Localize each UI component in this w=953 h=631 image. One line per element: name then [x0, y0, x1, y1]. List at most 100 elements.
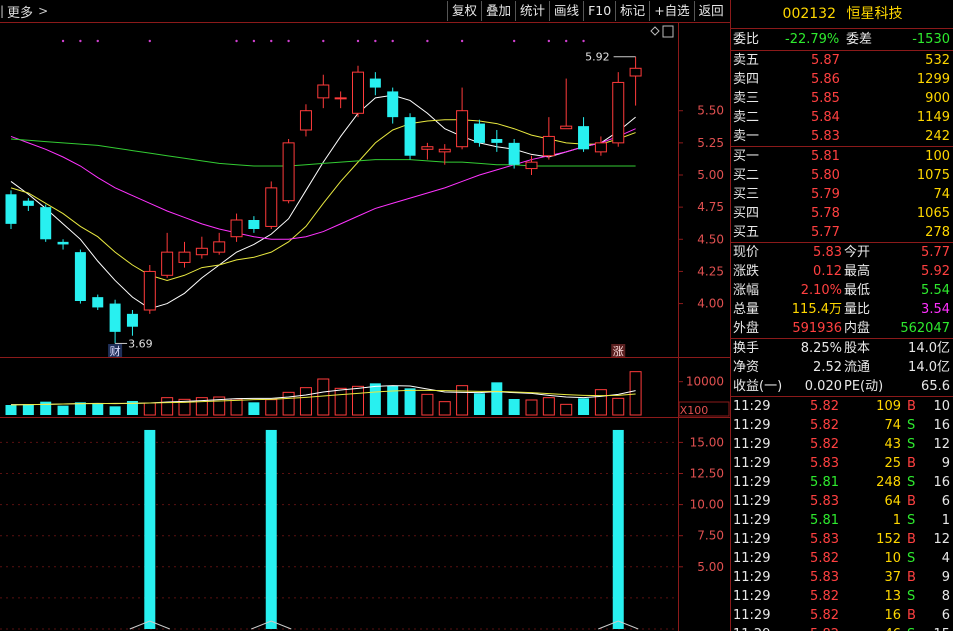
- level-volume: 532: [925, 53, 950, 68]
- toolbar-button-5[interactable]: 标记: [615, 1, 649, 21]
- toolbar-button-4[interactable]: F10: [583, 1, 615, 21]
- volume-bar: [578, 398, 590, 415]
- candle-body: [404, 117, 416, 156]
- tick-price: 5.81: [810, 513, 839, 528]
- level-volume: 242: [925, 129, 950, 144]
- y-tick-label: 4.50: [697, 232, 724, 246]
- tick-price: 5.83: [810, 494, 839, 509]
- toolbar-button-2[interactable]: 统计: [515, 1, 549, 21]
- tick-count: 16: [933, 418, 950, 433]
- fundamental-row: 净资 2.52 流通 14.0亿: [731, 358, 953, 377]
- tick-time: 11:29: [733, 437, 771, 452]
- tick-count: 12: [933, 532, 950, 547]
- volume-bar: [161, 397, 174, 416]
- candle-body: [5, 194, 17, 224]
- candle-body: [594, 142, 607, 153]
- tick-count: 4: [941, 551, 950, 566]
- window-icon: [662, 25, 674, 38]
- candle-body: [282, 142, 295, 202]
- candle-body: [40, 207, 52, 240]
- more-menu[interactable]: 更多: [7, 2, 33, 21]
- tick-row: 11:29 5.82 13 S 8: [731, 587, 953, 606]
- event-dot: [391, 39, 394, 43]
- tick-price: 5.82: [810, 589, 839, 604]
- candle-body: [57, 241, 69, 245]
- fund-value: 8.25%: [800, 341, 842, 356]
- toolbar-left: | 更多 >: [0, 0, 48, 22]
- volume-bar: [317, 378, 330, 416]
- tick-time: 11:29: [733, 513, 771, 528]
- fundamentals: 换手 8.25% 股本 14.0亿 净资 2.52 流通 14.0亿 收益(一) 0.020 PE(…: [731, 338, 953, 396]
- tick-volume: 74: [884, 418, 901, 433]
- order-ratio-value: -22.79%: [785, 32, 840, 47]
- tick-row: 11:29 5.81 248 S 16: [731, 473, 953, 492]
- tick-volume: 13: [884, 589, 901, 604]
- quote-value: 3.54: [921, 302, 950, 317]
- event-dot: [565, 39, 568, 43]
- toolbar-button-7[interactable]: 返回: [693, 1, 728, 21]
- event-dot: [252, 39, 256, 43]
- ind-tick-label: 10.00: [690, 498, 724, 512]
- toolbar-button-0[interactable]: 复权: [447, 1, 481, 21]
- candle-body: [299, 110, 312, 131]
- quote-value: 2.10%: [800, 283, 842, 298]
- volume-bar: [5, 405, 17, 415]
- quote-row: 现价 5.83 今开 5.77: [731, 243, 953, 262]
- volume-bar: [629, 371, 642, 416]
- candle-body: [438, 148, 451, 153]
- volume-bar: [508, 399, 520, 415]
- candle-body: [248, 220, 260, 229]
- candle-body: [542, 135, 555, 157]
- quote-row: 涨跌 0.12 最高 5.92: [731, 262, 953, 281]
- sell-level: 卖五 5.87 532: [731, 51, 953, 70]
- tick-volume: 25: [884, 456, 901, 471]
- quote-stats: 现价 5.83 今开 5.77 涨跌 0.12 最高 5.92 涨幅 2.10% 最低 5.54 总量 1…: [731, 242, 953, 338]
- event-dot: [287, 39, 290, 43]
- volume-bar: [456, 385, 469, 416]
- candle-body: [92, 297, 104, 308]
- toolbar-button-3[interactable]: 画线: [549, 1, 583, 21]
- candle-body: [161, 251, 174, 276]
- tick-volume: 16: [884, 608, 901, 623]
- diamond-icon: [650, 26, 660, 36]
- level-volume: 100: [925, 149, 950, 164]
- event-dot: [512, 39, 516, 43]
- tick-direction: B: [907, 608, 916, 623]
- y-tick-label: 4.00: [697, 297, 724, 311]
- sell-level: 卖三 5.85 900: [731, 89, 953, 108]
- tick-volume: 1: [892, 513, 901, 528]
- level-volume: 1299: [916, 72, 950, 87]
- level-volume: 74: [933, 187, 950, 202]
- chevron-right-icon[interactable]: >: [38, 4, 48, 18]
- level-price: 5.78: [811, 206, 840, 221]
- tick-direction: S: [907, 475, 916, 490]
- indicator-bar: [612, 429, 624, 629]
- level-volume: 278: [925, 225, 950, 240]
- ind-tick-label: 5.00: [697, 560, 724, 574]
- toolbar-button-6[interactable]: +自选: [649, 1, 693, 21]
- quote-label: 总量: [733, 302, 760, 317]
- tick-row: 11:29 5.82 10 S 4: [731, 549, 953, 568]
- level-price: 5.77: [811, 225, 840, 240]
- volume-bar: [352, 385, 364, 416]
- volume-bar: [560, 403, 573, 416]
- low-label: 3.69: [128, 337, 153, 350]
- marker-cai: 财: [110, 344, 121, 358]
- buy-level: 买一 5.81 100: [731, 147, 953, 166]
- tick-row: 11:29 5.81 1 S 1: [731, 511, 953, 530]
- fund-label: 收益(一): [733, 379, 783, 394]
- event-dot: [235, 39, 238, 43]
- tick-price: 5.83: [810, 456, 839, 471]
- volume-bar: [612, 397, 625, 416]
- sell-book: 卖五 5.87 532 卖四 5.86 1299 卖三 5.85 900 卖二 5.84 1149 卖一…: [731, 50, 953, 146]
- chart-area: 5.50 5.25 5.00 4.75 4.50 4.25 4.00 5.92 3.69 财 涨 10…: [0, 0, 730, 631]
- moving-average-line: [10, 94, 636, 310]
- vol-scale-label: X100: [680, 404, 709, 417]
- volume-bar: [369, 383, 381, 415]
- tick-count: 10: [933, 399, 950, 414]
- candle-body: [525, 161, 538, 170]
- tick-direction: S: [907, 418, 916, 433]
- tick-count: 9: [941, 570, 950, 585]
- toolbar-button-1[interactable]: 叠加: [481, 1, 515, 21]
- candle-body: [421, 146, 434, 150]
